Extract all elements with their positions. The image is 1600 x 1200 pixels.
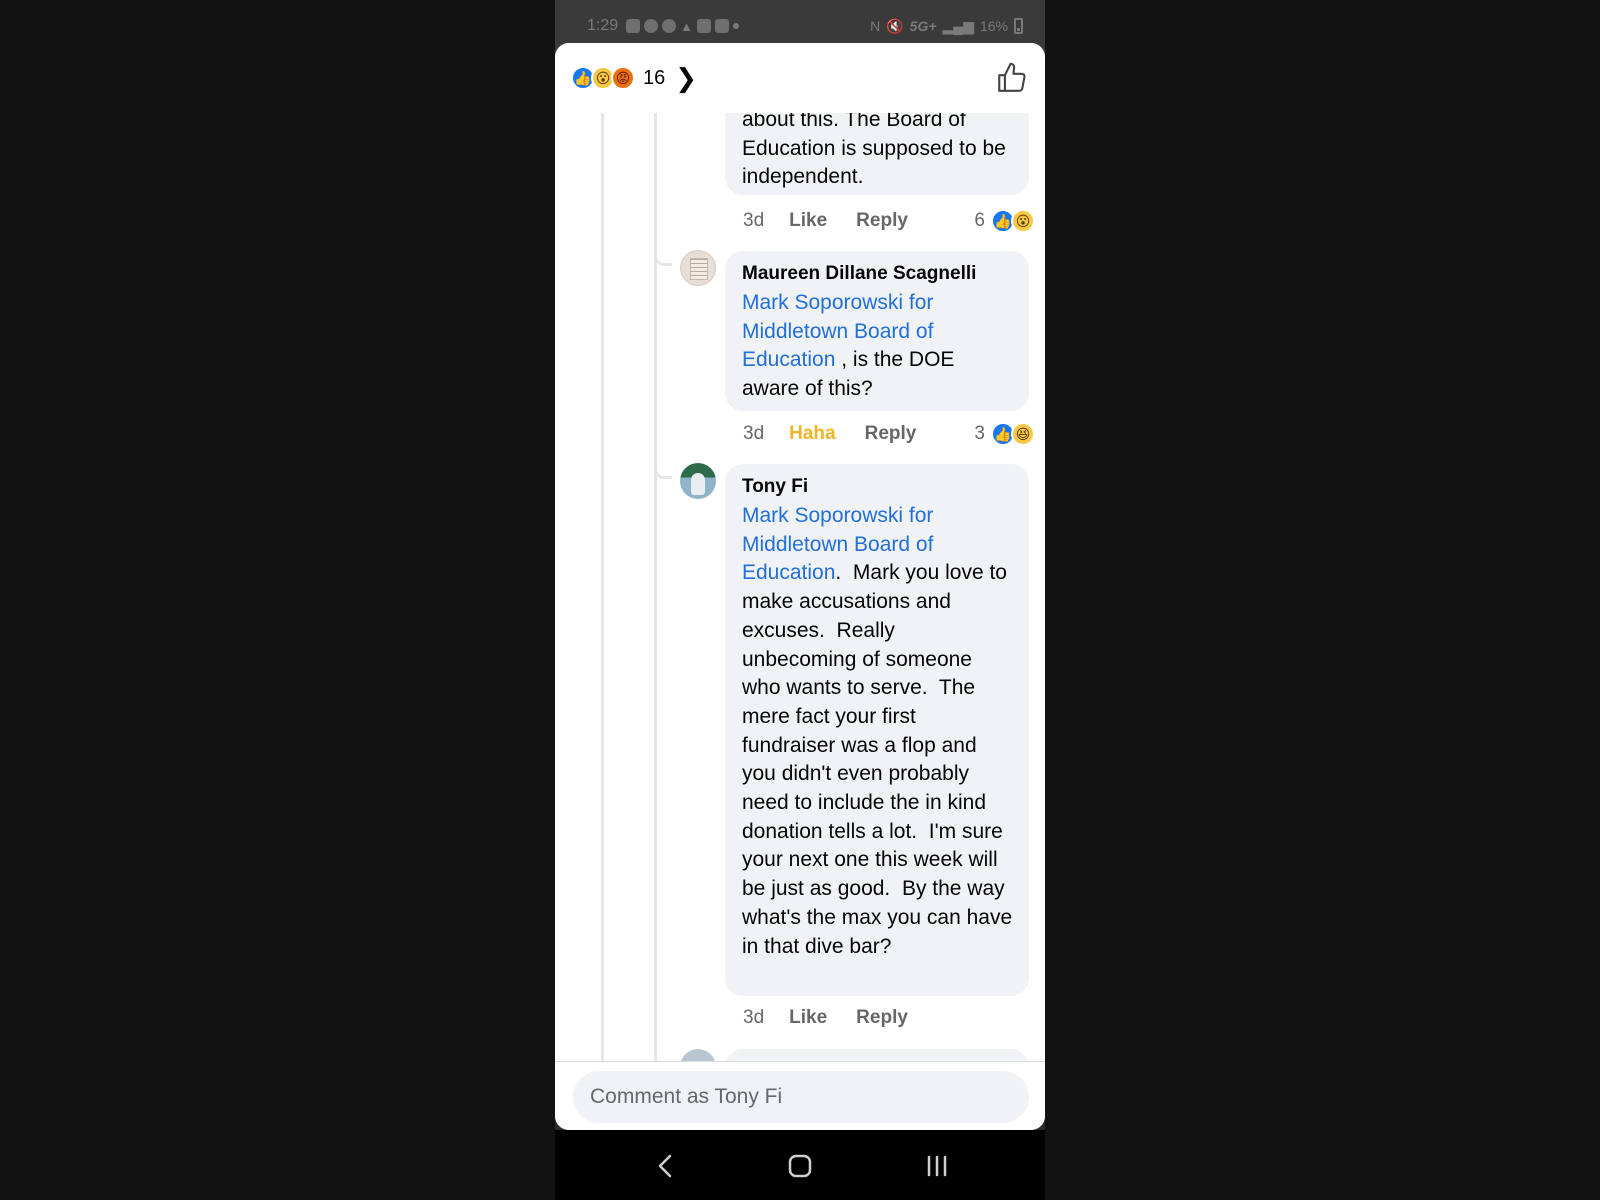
app-badge-icon [697, 19, 712, 33]
comment-composer [555, 1061, 1045, 1130]
reply-button[interactable]: Reply [856, 210, 908, 232]
navigation-bar [555, 1130, 1045, 1200]
network-type: 5G+ [909, 18, 937, 34]
comment-bubble[interactable]: about this. The Board of Education is su… [725, 113, 1029, 195]
home-icon[interactable] [782, 1148, 818, 1184]
warning-icon: ▲ [680, 18, 694, 34]
comment-reaction-count: 3 [974, 423, 985, 444]
comment-text: . Mark you love to make accusations and … [742, 561, 1019, 958]
settings-gear-icon [662, 19, 677, 33]
chevron-right-icon[interactable]: ❯ [675, 63, 697, 94]
phone-screen: 1:29 ▲ N 🔇 5G+ ▂▄▆ 16% 👍 😮 😡 16 ❯ about … [555, 0, 1045, 1200]
avatar[interactable] [680, 463, 716, 499]
comment-author[interactable]: Maureen Dillane Scagnelli [742, 261, 1013, 287]
comment-author[interactable]: Tony Fi [742, 474, 1013, 500]
comment-reactions[interactable]: 3 👍 😆 [974, 422, 1035, 446]
back-icon[interactable] [648, 1148, 684, 1184]
recent-apps-icon[interactable] [919, 1148, 955, 1184]
comment-bubble[interactable]: Maureen Dillane Scagnelli Mark Soporowsk… [725, 251, 1029, 411]
comments-sheet: 👍 😮 😡 16 ❯ about this. The Board of Educ… [555, 43, 1045, 1130]
app-badge-icon-2 [715, 19, 730, 33]
battery-percent: 16% [979, 18, 1008, 34]
reply-button[interactable]: Reply [865, 423, 917, 445]
comment-time[interactable]: 3d [743, 1007, 764, 1029]
comment-bubble[interactable]: Tony Fi Mark Soporowski for Middletown B… [725, 464, 1029, 996]
reactions-header[interactable]: 👍 😮 😡 16 ❯ [555, 43, 1045, 113]
like-thumb-icon[interactable] [995, 61, 1029, 95]
notification-icons: ▲ [626, 18, 740, 34]
signal-icon: ▂▄▆ [942, 17, 974, 34]
battery-icon [1014, 18, 1023, 34]
like-button[interactable]: Like [789, 1007, 827, 1029]
comment-reaction-count: 6 [974, 210, 985, 231]
more-notifications-dot [733, 23, 740, 29]
reply-button[interactable]: Reply [856, 1007, 908, 1029]
avatar[interactable] [680, 1049, 716, 1061]
comment-input[interactable] [573, 1071, 1029, 1123]
thread-line-outer [601, 113, 604, 1061]
comment-actions: 3d Like Reply 6 👍 😮 [743, 207, 1035, 235]
wow-reaction-icon: 😮 [1011, 209, 1035, 233]
reaction-count: 16 [643, 66, 666, 89]
avatar[interactable] [680, 250, 716, 286]
comment-time[interactable]: 3d [743, 210, 764, 232]
haha-reaction-icon: 😆 [1011, 422, 1035, 446]
comment-bubble-partial[interactable] [725, 1049, 1029, 1061]
comment-time[interactable]: 3d [743, 423, 764, 445]
comment-reactions[interactable]: 6 👍 😮 [974, 209, 1035, 233]
mute-icon: 🔇 [886, 17, 904, 34]
messages-icon [626, 19, 641, 33]
comment-thread[interactable]: about this. The Board of Education is su… [555, 113, 1045, 1061]
like-button[interactable]: Like [789, 210, 827, 232]
status-time: 1:29 [587, 17, 619, 34]
system-icons: N 🔇 5G+ ▂▄▆ 16% [870, 18, 1023, 35]
nfc-icon: N [870, 18, 881, 34]
whatsapp-icon [644, 19, 659, 33]
comment-actions: 3d Haha Reply 3 👍 😆 [743, 420, 1035, 448]
angry-reaction-icon: 😡 [611, 66, 635, 90]
comment-text: about this. The Board of Education is su… [742, 113, 1006, 189]
haha-button[interactable]: Haha [789, 423, 835, 445]
comment-actions: 3d Like Reply [743, 1004, 1031, 1032]
